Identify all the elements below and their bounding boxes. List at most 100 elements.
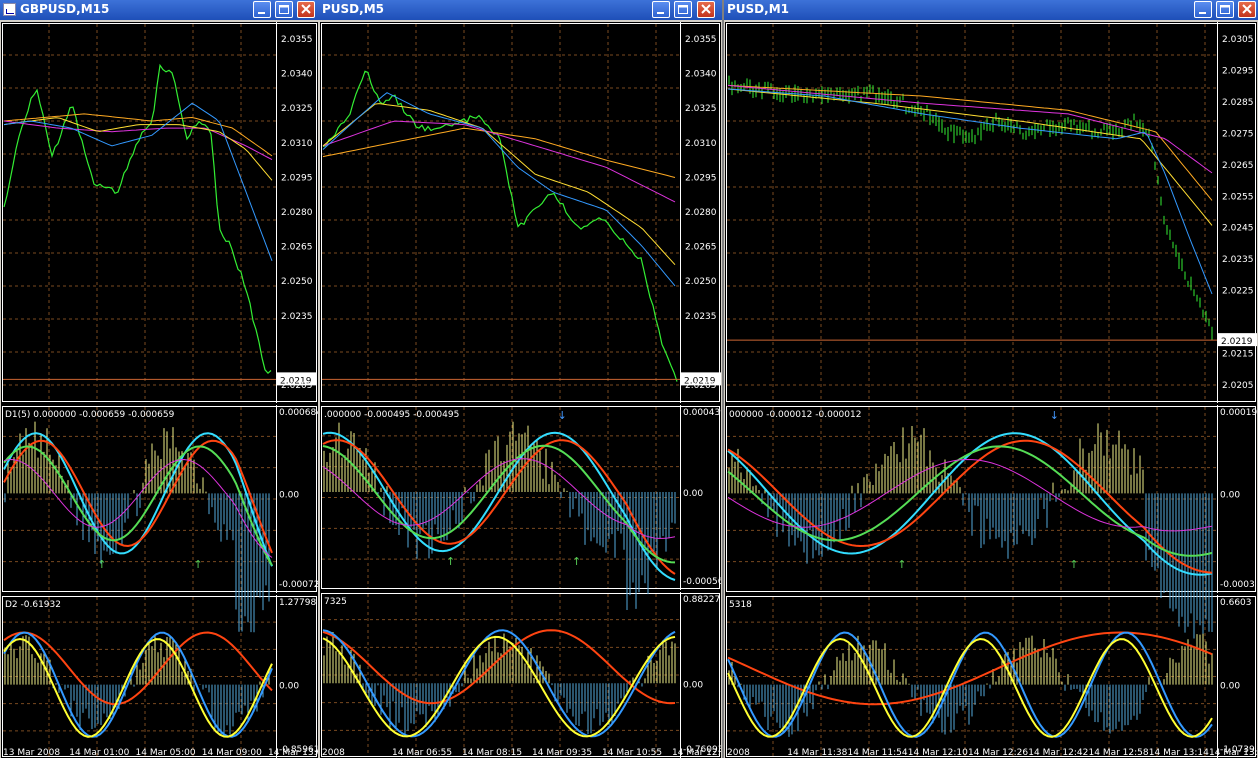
time-axis-label: 14 Mar 12:10 xyxy=(908,748,968,758)
indicator-2-scale-label: 0.88227 xyxy=(683,595,720,605)
oscillator-yellow xyxy=(322,635,676,738)
window-title: PUSD,M1 xyxy=(727,2,789,16)
close-button[interactable] xyxy=(697,1,715,18)
time-axis-label: 13 Mar 2008 xyxy=(3,748,60,758)
window-titlebar[interactable]: PUSD,M1 xyxy=(724,0,1258,20)
time-axis-label: 14 Mar 12:58 xyxy=(1089,748,1149,758)
chart-area[interactable]: 2.0355 2.0340 2.0325 2.0310 2.0295 2.0280 2.02… xyxy=(320,22,721,758)
ma-line-blue xyxy=(3,102,273,261)
maximize-button[interactable] xyxy=(674,1,692,18)
chart-window-pusd-m5[interactable]: PUSD,M5 2.0355 2.0340 2.0325 2.0310 2.0295 2.… xyxy=(319,0,722,758)
time-axis-label: 14 Mar 12:42 xyxy=(1028,748,1088,758)
ma-line-magenta xyxy=(727,84,1213,174)
price-pane xyxy=(726,22,1256,403)
maximize-icon xyxy=(1220,5,1230,14)
minimize-button[interactable] xyxy=(652,1,670,18)
price-scale-label: 2.0325 xyxy=(685,104,717,114)
ma-line-orange xyxy=(322,127,676,178)
indicator-1-scale-label: 0.00 xyxy=(279,490,299,500)
price-scale-label: 2.0340 xyxy=(685,70,717,80)
signal-up-arrow-icon: ↑ xyxy=(97,558,106,571)
close-icon xyxy=(1242,4,1252,14)
indicator-1-label: 000000 -0.000012 -0.000012 xyxy=(729,410,861,420)
indicator-2-scale-label: 1.27798 xyxy=(279,598,316,608)
price-scale-label: 2.0340 xyxy=(281,70,313,80)
ma-line-blue xyxy=(727,88,1213,295)
oscillator-cyan xyxy=(322,431,676,581)
last-price-label: 2.0219 xyxy=(1221,337,1253,347)
time-axis-label: 14 Mar 09:00 xyxy=(202,748,262,758)
signal-up-arrow-icon: ↑ xyxy=(897,558,906,571)
price-scale-label: 2.0295 xyxy=(281,173,313,183)
time-axis-label: 14 Mar 13:00 xyxy=(268,748,318,758)
minimize-icon xyxy=(1199,12,1206,14)
window-title: PUSD,M5 xyxy=(322,2,384,16)
indicator-1-scale-label: -0.0003 xyxy=(1220,580,1255,590)
indicator-2-label: 5318 xyxy=(729,600,752,610)
price-scale-label: 2.0280 xyxy=(281,208,313,218)
time-axis-label: 14 Mar 06:55 xyxy=(392,748,452,758)
indicator-1-scale-label: 0.00019 xyxy=(1220,408,1257,418)
price-scale-label: 2.0205 xyxy=(281,381,313,391)
ma-line-blue xyxy=(322,92,676,287)
price-scale-label: 2.0235 xyxy=(685,312,717,322)
price-pane xyxy=(2,22,317,403)
maximize-button[interactable] xyxy=(275,1,293,18)
indicator-1-scale-label: 0.00 xyxy=(683,489,703,499)
chart-canvas: 2.0355 2.0340 2.0325 2.0310 2.0295 2.0280 2.02… xyxy=(321,22,721,758)
price-scale-label: 2.0255 xyxy=(1222,192,1254,202)
indicator-1-scale-label: 0.000684 xyxy=(279,408,318,418)
chart-window-pusd-m1[interactable]: PUSD,M1 2.0305 2.0295 2.0285 2.0275 2.0265 2.… xyxy=(724,0,1258,758)
price-scale-label: 2.0235 xyxy=(1222,255,1254,265)
ma-line-yellow xyxy=(3,117,273,181)
price-scale-label: 2.0265 xyxy=(685,243,717,253)
pane-border xyxy=(321,23,720,402)
ma-line-orange xyxy=(727,84,1213,201)
indicator-1-scale-label: -0.00056 xyxy=(683,577,721,587)
chart-window-icon xyxy=(3,3,16,16)
chart-window-gbpusd-m15[interactable]: GBPUSD,M15 2.0355 2.0340 2.0325 2.0310 2.029… xyxy=(0,0,319,758)
price-scale-label: 2.0355 xyxy=(685,35,717,45)
signal-down-arrow-icon: ↓ xyxy=(558,409,567,422)
price-scale-label: 2.0245 xyxy=(1222,224,1254,234)
price-scale-label: 2.0305 xyxy=(1222,35,1254,45)
indicator-1-label: .000000 -0.000495 -0.000495 xyxy=(324,410,459,420)
price-scale-label: 2.0215 xyxy=(1222,350,1254,360)
time-axis-label: 14 Mar 13:14 xyxy=(1149,748,1209,758)
window-titlebar[interactable]: GBPUSD,M15 xyxy=(0,0,319,20)
oscillator-red xyxy=(322,629,676,705)
time-axis-label: 14 Mar 13:30 xyxy=(1209,748,1257,758)
minimize-button[interactable] xyxy=(1194,1,1212,18)
signal-up-arrow-icon: ↑ xyxy=(572,555,581,568)
time-axis-label: 14 Mar 11:54 xyxy=(848,748,908,758)
chart-area[interactable]: 2.0305 2.0295 2.0285 2.0275 2.0265 2.0255 2.02… xyxy=(725,22,1257,758)
minimize-button[interactable] xyxy=(253,1,271,18)
signal-up-arrow-icon: ↑ xyxy=(446,555,455,568)
maximize-button[interactable] xyxy=(1216,1,1234,18)
indicator-2-scale-label: 0.6603 xyxy=(1220,598,1252,608)
chart-canvas: 2.0305 2.0295 2.0285 2.0275 2.0265 2.0255 2.02… xyxy=(726,22,1257,758)
maximize-icon xyxy=(678,5,688,14)
price-scale-label: 2.0250 xyxy=(685,277,717,287)
close-icon xyxy=(701,4,711,14)
price-scale-label: 2.0205 xyxy=(685,381,717,391)
close-button[interactable] xyxy=(297,1,315,18)
oscillator-blue xyxy=(322,629,676,738)
indicator-1-scale-label: -0.00072 xyxy=(279,580,318,590)
indicator-2-scale-label: 0.00 xyxy=(1220,682,1240,692)
maximize-icon xyxy=(279,5,289,14)
time-axis-label: 2008 xyxy=(322,748,345,758)
price-scale-label: 2.0250 xyxy=(281,277,313,287)
chart-area[interactable]: 2.0355 2.0340 2.0325 2.0310 2.0295 2.0280 2.02… xyxy=(1,22,318,758)
close-button[interactable] xyxy=(1238,1,1256,18)
price-scale-label: 2.0310 xyxy=(685,139,717,149)
signal-down-arrow-icon: ↓ xyxy=(1050,409,1059,422)
price-scale-label: 2.0265 xyxy=(1222,161,1254,171)
window-titlebar[interactable]: PUSD,M5 xyxy=(319,0,722,20)
minimize-icon xyxy=(258,12,265,14)
ma-line-yellow xyxy=(727,88,1213,226)
price-scale-label: 2.0295 xyxy=(685,173,717,183)
time-axis-label: 14 Mar 01:00 xyxy=(69,748,129,758)
indicator-2-scale-label: 0.00 xyxy=(683,680,703,690)
price-line xyxy=(3,63,272,375)
